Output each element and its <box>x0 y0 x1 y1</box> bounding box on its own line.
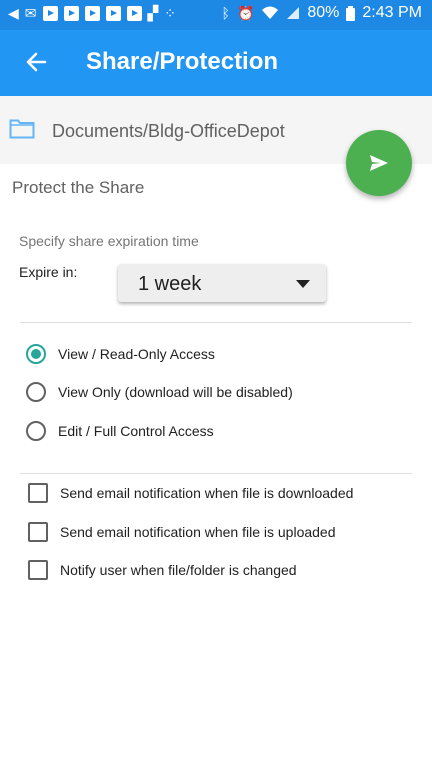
send-share-button[interactable] <box>346 130 412 196</box>
send-icon <box>370 155 388 171</box>
expire-in-label: Expire in: <box>19 264 78 280</box>
status-time: 2:43 PM <box>362 4 422 21</box>
notify-upload-row[interactable]: Send email notification when file is upl… <box>28 521 336 543</box>
mail-icon: ✉ <box>24 5 37 21</box>
notify-upload-label: Send email notification when file is upl… <box>60 524 336 540</box>
activity-icon: ▞ <box>147 5 159 21</box>
divider <box>20 322 412 323</box>
notification-icons: ◀ ✉ ▞ ⁘ <box>8 5 176 22</box>
notify-download-checkbox[interactable] <box>28 483 48 503</box>
expire-dropdown[interactable]: 1 week <box>118 264 326 302</box>
radio-selected[interactable] <box>26 344 46 364</box>
back-arrow-icon: ◀ <box>8 5 19 21</box>
signal-icon <box>287 7 300 19</box>
youtube-icon <box>126 6 142 21</box>
expiration-label: Specify share expiration time <box>19 233 199 249</box>
status-bar: ◀ ✉ ▞ ⁘ ᛒ ⏰ 80% 2:43 PM <box>0 0 432 30</box>
notify-download-label: Send email notification when file is dow… <box>60 485 354 501</box>
notify-change-label: Notify user when file/folder is changed <box>60 562 297 578</box>
system-icons: ᛒ ⏰ 80% 2:43 PM <box>222 4 422 22</box>
alarm-icon: ⏰ <box>236 4 255 21</box>
access-option-full-control[interactable]: Edit / Full Control Access <box>26 419 214 443</box>
notify-download-row[interactable]: Send email notification when file is dow… <box>28 482 353 504</box>
wifi-icon <box>262 6 279 19</box>
section-title: Protect the Share <box>12 178 145 197</box>
app-bar: Share/Protection <box>0 30 432 96</box>
access-option-read-only[interactable]: View / Read-Only Access <box>26 342 215 366</box>
expire-value: 1 week <box>138 273 202 295</box>
folder-icon <box>9 119 35 139</box>
access-option-label: View / Read-Only Access <box>58 346 215 362</box>
dots-icon: ⁘ <box>164 5 177 21</box>
battery-percent: 80% <box>307 4 340 21</box>
access-option-label: Edit / Full Control Access <box>58 423 214 439</box>
notify-change-row[interactable]: Notify user when file/folder is changed <box>28 559 297 581</box>
radio-unselected[interactable] <box>26 421 46 441</box>
notify-change-checkbox[interactable] <box>28 560 48 580</box>
arrow-left-icon <box>26 52 47 72</box>
access-option-label: View Only (download will be disabled) <box>58 384 293 400</box>
access-option-view-only[interactable]: View Only (download will be disabled) <box>26 380 293 404</box>
caret-down-icon <box>296 280 310 288</box>
youtube-icon <box>105 6 121 21</box>
youtube-icon <box>63 6 79 21</box>
youtube-icon <box>84 6 100 21</box>
youtube-icon <box>42 6 58 21</box>
battery-icon <box>346 5 356 21</box>
divider <box>20 473 412 474</box>
back-button[interactable] <box>18 42 54 84</box>
folder-path: Documents/Bldg-OfficeDepot <box>52 121 285 141</box>
notify-upload-checkbox[interactable] <box>28 522 48 542</box>
radio-unselected[interactable] <box>26 382 46 402</box>
bluetooth-icon: ᛒ <box>221 5 230 21</box>
page-title: Share/Protection <box>86 48 279 75</box>
